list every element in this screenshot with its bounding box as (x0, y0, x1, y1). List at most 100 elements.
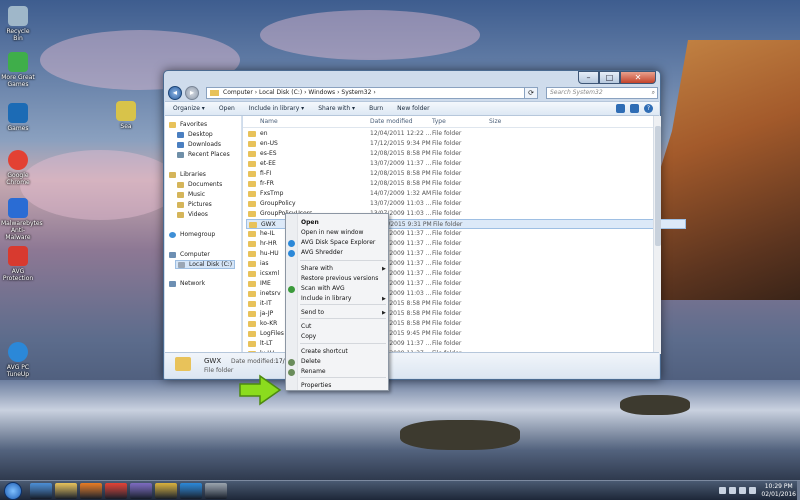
address-bar[interactable]: Computer › Local Disk (C:) › Windows › S… (206, 87, 536, 99)
clock[interactable]: 10:29 PM 02/01/2016 (761, 483, 796, 499)
file-type: File folder (432, 330, 462, 337)
nav-desktop[interactable]: Desktop (177, 131, 213, 138)
taskbar-ie-icon[interactable] (30, 483, 52, 499)
taskbar-avg-icon[interactable] (205, 483, 227, 499)
menu-item-send-to[interactable]: Send to (301, 309, 324, 317)
desktop-icon-sea[interactable]: Sea (109, 101, 143, 130)
nav-documents[interactable]: Documents (177, 181, 222, 188)
scroll-thumb[interactable] (655, 126, 661, 246)
open-button[interactable]: Open (219, 105, 235, 112)
table-row[interactable]: en-US 17/12/2015 9:34 PM File folder (243, 139, 653, 149)
volume-icon[interactable] (749, 487, 756, 494)
nav-downloads[interactable]: Downloads (177, 141, 221, 148)
file-name: GroupPolicy (260, 200, 296, 207)
preview-pane-icon[interactable] (630, 104, 639, 113)
nav-label: Favorites (180, 121, 208, 128)
taskbar-app-icon[interactable] (130, 483, 152, 499)
new-folder-button[interactable]: New folder (397, 105, 429, 112)
menu-item-open-in-new-window[interactable]: Open in new window (301, 229, 363, 237)
menu-item-create-shortcut[interactable]: Create shortcut (301, 348, 348, 356)
menu-separator (300, 377, 386, 378)
file-type: File folder (432, 230, 462, 237)
taskbar-media-player-icon[interactable] (80, 483, 102, 499)
menu-separator (300, 304, 386, 305)
menu-item-scan-with-avg[interactable]: Scan with AVG (301, 285, 345, 293)
menu-item-delete[interactable]: Delete (301, 358, 321, 366)
desktop-icon-label: Malwarebytes Anti-Malware (1, 220, 43, 241)
taskbar-tuneup-icon[interactable] (180, 483, 202, 499)
desktop-icon-recycle-bin[interactable]: Recycle Bin (1, 6, 35, 42)
nav-homegroup[interactable]: Homegroup (169, 231, 215, 238)
close-button[interactable]: ✕ (620, 71, 656, 84)
taskbar-chrome-icon[interactable] (105, 483, 127, 499)
nav-computer[interactable]: Computer (169, 251, 210, 258)
table-row[interactable]: fr-FR 12/08/2015 8:58 PM File folder (243, 179, 653, 189)
file-type: File folder (432, 320, 462, 327)
nav-videos[interactable]: Videos (177, 211, 208, 218)
table-row[interactable]: GroupPolicy 13/07/2009 11:03 ... File fold… (243, 199, 653, 209)
forward-button[interactable]: ▸ (185, 86, 199, 100)
desktop-icon-google-chrome[interactable]: Google Chrome (1, 150, 35, 186)
column-size[interactable]: Size (489, 118, 501, 125)
tray-up-icon[interactable] (719, 487, 726, 494)
details-name: GWX (204, 357, 222, 365)
menu-item-rename[interactable]: Rename (301, 368, 326, 376)
desktop-icon-avg-pc-tuneup[interactable]: AVG PC TuneUp (1, 342, 35, 378)
nav-favorites[interactable]: Favorites (169, 121, 207, 128)
games-icon (8, 52, 28, 72)
menu-item-copy[interactable]: Copy (301, 333, 316, 341)
menu-item-cut[interactable]: Cut (301, 323, 311, 331)
column-date-modified[interactable]: Date modified (370, 118, 413, 125)
folder-icon (248, 311, 256, 317)
menu-item-avg-shredder[interactable]: AVG Shredder (301, 249, 343, 257)
column-type[interactable]: Type (432, 118, 446, 125)
desktop-icon-more-great-games[interactable]: More Great Games (1, 52, 35, 88)
flag-icon[interactable] (729, 487, 736, 494)
avg-shredder-icon (288, 250, 295, 257)
menu-item-include-in-library[interactable]: Include in library (301, 295, 351, 303)
nav-network[interactable]: Network (169, 280, 205, 287)
organize-button[interactable]: Organize ▾ (173, 105, 205, 112)
share-with-button[interactable]: Share with ▾ (318, 105, 355, 112)
desktop-icon-games[interactable]: Games (1, 103, 35, 132)
start-button[interactable] (4, 482, 22, 500)
recent-places-icon (177, 151, 184, 158)
desktop-icon-malwarebytes[interactable]: Malwarebytes Anti-Malware (1, 198, 43, 241)
desktop-icon-avg-protection[interactable]: AVG Protection (1, 246, 35, 282)
table-row[interactable]: en 12/04/2011 12:22 ... File folder (243, 129, 653, 139)
table-row[interactable]: fi-FI 12/08/2015 8:58 PM File folder (243, 169, 653, 179)
menu-item-avg-disk-space-explorer[interactable]: AVG Disk Space Explorer (301, 239, 375, 247)
file-type: File folder (432, 170, 462, 177)
table-row[interactable]: es-ES 12/08/2015 8:58 PM File folder (243, 149, 653, 159)
taskbar-explorer-icon[interactable] (55, 483, 77, 499)
minimize-button[interactable]: – (578, 71, 599, 84)
vertical-scrollbar[interactable] (653, 116, 661, 354)
nav-recent-places[interactable]: Recent Places (177, 151, 230, 158)
maximize-button[interactable]: □ (599, 71, 620, 84)
refresh-button[interactable]: ⟳ (524, 87, 538, 99)
menu-item-restore-previous-versions[interactable]: Restore previous versions (301, 275, 378, 283)
taskbar: 10:29 PM 02/01/2016 (0, 480, 800, 500)
nav-libraries[interactable]: Libraries (169, 171, 206, 178)
desktop-icon-label: AVG PC TuneUp (6, 364, 30, 378)
include-in-library-button[interactable]: Include in library ▾ (249, 105, 304, 112)
nav-pictures[interactable]: Pictures (177, 201, 212, 208)
help-icon[interactable]: ? (644, 104, 653, 113)
column-name[interactable]: Name (260, 118, 278, 125)
view-options-icon[interactable] (616, 104, 625, 113)
explorer-window[interactable]: – □ ✕ ◂ ▸ Computer › Local Disk (C:) › W… (163, 70, 686, 380)
table-row[interactable]: et-EE 13/07/2009 11:37 ... File folder (243, 159, 653, 169)
network-icon[interactable] (739, 487, 746, 494)
menu-item-properties[interactable]: Properties (301, 382, 331, 390)
menu-item-share-with[interactable]: Share with (301, 265, 333, 273)
table-row[interactable]: FxsTmp 14/07/2009 1:32 AM File folder (243, 189, 653, 199)
taskbar-game-icon[interactable] (155, 483, 177, 499)
file-name: he-IL (260, 230, 275, 237)
search-input[interactable]: Search System32 ⌕ (546, 87, 658, 99)
burn-button[interactable]: Burn (369, 105, 383, 112)
nav-local-disk[interactable]: Local Disk (C:) (175, 260, 236, 269)
back-button[interactable]: ◂ (168, 86, 182, 100)
nav-music[interactable]: Music (177, 191, 205, 198)
cloud (20, 150, 180, 220)
menu-item-open[interactable]: Open (301, 219, 319, 227)
